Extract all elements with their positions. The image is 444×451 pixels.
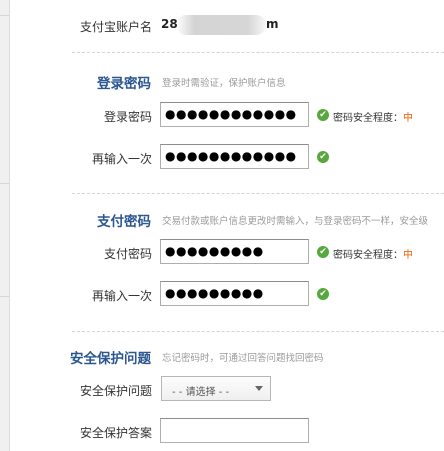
login-password-confirm-input[interactable]: ●●●●●●●●●●●●: [160, 144, 309, 169]
pay-password-hint: 交易付款或账户信息更改时需输入，与登录密码不一样，安全级: [162, 216, 429, 227]
security-answer-label: 安全保护答案: [79, 426, 152, 440]
login-password-input[interactable]: ●●●●●●●●●●●●: [160, 102, 309, 127]
login-password-strength: 密码安全程度：中: [333, 109, 413, 124]
login-password-confirm-label: 再输入一次: [91, 152, 152, 166]
strength-label: 密码安全程度：: [333, 113, 403, 124]
security-question-label: 安全保护问题: [79, 384, 152, 398]
security-answer-input[interactable]: [160, 418, 309, 443]
security-question-select-value: - - 请选择 - -: [172, 387, 230, 398]
strength-level: 中: [403, 113, 413, 124]
redacted-account-blur: [176, 15, 266, 35]
check-circle-icon: ✔: [317, 109, 329, 121]
pay-password-input[interactable]: ●●●●●●●●●: [160, 239, 309, 264]
pay-password-label: 支付密码: [103, 247, 152, 261]
chevron-down-icon: [255, 386, 263, 391]
section-divider: [72, 52, 444, 53]
pay-password-confirm-input[interactable]: ●●●●●●●●●: [160, 281, 309, 306]
pay-password-confirm-label: 再输入一次: [91, 289, 152, 303]
check-circle-icon: ✔: [317, 288, 329, 300]
pay-password-strength: 密码安全程度：中: [333, 246, 413, 261]
pay-password-section-title: 支付密码: [97, 214, 151, 230]
security-question-select[interactable]: - - 请选择 - -: [161, 376, 271, 401]
section-divider: [72, 331, 444, 332]
login-password-hint: 登录时需验证，保护账户信息: [162, 78, 286, 89]
security-question-section-title: 安全保护问题: [70, 351, 151, 367]
account-name-label: 支付宝账户名: [79, 20, 152, 34]
strength-label: 密码安全程度：: [333, 250, 403, 261]
account-name-suffix: m: [266, 17, 279, 31]
check-circle-icon: ✔: [317, 246, 329, 258]
left-panel-edge: [0, 0, 10, 451]
security-question-hint: 忘记密码时，可通过回答问题找回密码: [162, 353, 324, 364]
section-divider: [72, 193, 444, 194]
strength-level: 中: [403, 250, 413, 261]
check-circle-icon: ✔: [317, 151, 329, 163]
login-password-section-title: 登录密码: [97, 76, 151, 92]
login-password-label: 登录密码: [103, 110, 152, 124]
